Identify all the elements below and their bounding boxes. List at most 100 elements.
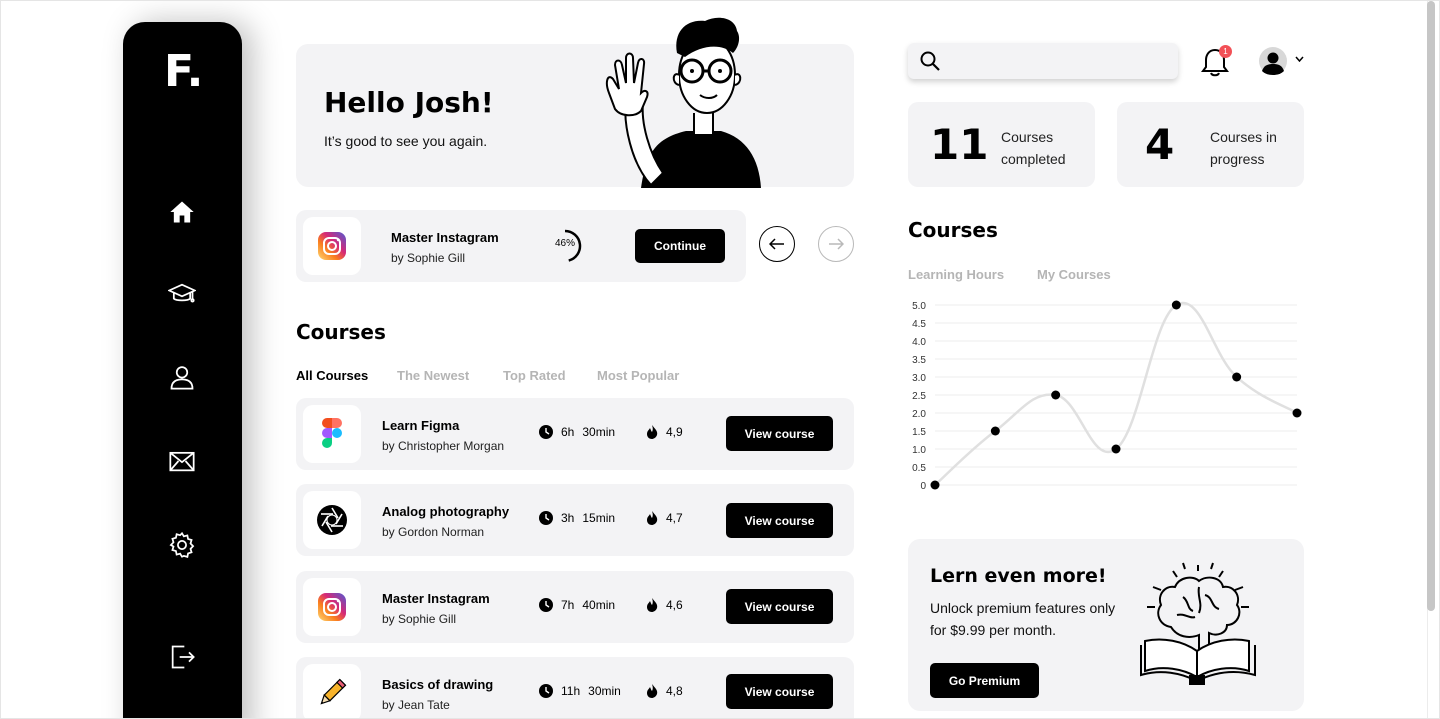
welcome-subtitle: It’s good to see you again. [324, 133, 488, 149]
data-point[interactable] [1051, 390, 1061, 400]
brain-book-illustration [1140, 562, 1256, 685]
y-tick-label: 5.0 [912, 301, 926, 312]
y-tick-label: 4.5 [912, 319, 926, 330]
data-point[interactable] [1171, 300, 1181, 310]
stat-courses-in-progress: 4 Courses in progress [1117, 102, 1304, 187]
y-tick-label: 0 [920, 481, 926, 492]
course-author: by Jean Tate [382, 698, 450, 712]
tab-most-popular[interactable]: Most Popular [597, 368, 679, 383]
course-duration: 3h 15min [539, 511, 615, 525]
data-point[interactable] [1292, 408, 1302, 418]
continue-course-author: by Sophie Gill [391, 251, 466, 265]
course-row: Analog photography by Gordon Norman 3h 1… [296, 484, 854, 556]
search-input[interactable] [948, 53, 1168, 69]
course-duration: 11h 30min [539, 684, 621, 698]
instagram-icon [303, 217, 361, 275]
y-tick-label: 1.5 [912, 427, 926, 438]
chevron-down-icon[interactable] [1295, 56, 1304, 62]
course-title: Master Instagram [382, 591, 490, 606]
previous-button[interactable] [759, 226, 795, 262]
courses-nav-icon[interactable] [168, 280, 196, 308]
next-button[interactable] [818, 226, 854, 262]
course-duration: 7h 40min [539, 598, 615, 612]
arrow-left-icon [769, 238, 784, 250]
course-rating-value: 4,9 [666, 425, 683, 439]
settings-icon[interactable] [168, 531, 196, 559]
flame-icon [647, 598, 658, 612]
course-rating-value: 4,6 [666, 598, 683, 612]
logo: F. [164, 46, 203, 97]
course-author: by Gordon Norman [382, 525, 485, 539]
welcome-title: Hello Josh! [324, 86, 494, 119]
welcome-card: Hello Josh! It’s good to see you again. [296, 44, 854, 187]
course-rating-value: 4,8 [666, 684, 683, 698]
premium-title: Lern even more! [930, 565, 1107, 587]
view-course-button[interactable]: View course [726, 674, 833, 709]
continue-course-title: Master Instagram [391, 230, 499, 245]
stat-value: 11 [930, 120, 989, 169]
avatar[interactable] [1259, 47, 1287, 75]
tab-learning-hours[interactable]: Learning Hours [908, 267, 1004, 282]
course-hours: 6h [561, 425, 575, 439]
course-author: by Christopher Morgan [382, 439, 505, 453]
stat-courses-completed: 11 Courses completed [908, 102, 1095, 187]
go-premium-button[interactable]: Go Premium [930, 663, 1039, 698]
sidebar: F. [123, 22, 242, 718]
tab-all-courses[interactable]: All Courses [296, 368, 368, 383]
course-rating-value: 4,7 [666, 511, 683, 525]
instagram-icon [303, 578, 361, 636]
course-author: by Sophie Gill [382, 612, 457, 626]
progress-percent: 46% [554, 238, 575, 249]
stat-value: 4 [1145, 120, 1175, 169]
chart-title: Courses [908, 218, 998, 242]
course-minutes: 30min [582, 425, 616, 439]
stat-label: Courses completed [1001, 129, 1066, 167]
profile-icon[interactable] [168, 363, 196, 391]
scrollbar[interactable] [1427, 1, 1437, 718]
data-point[interactable] [930, 480, 940, 490]
view-course-button[interactable]: View course [726, 503, 833, 538]
stat-label: Courses in progress [1210, 129, 1277, 167]
flame-icon [647, 684, 658, 698]
search-icon [920, 51, 940, 71]
y-tick-label: 0.5 [912, 463, 926, 474]
course-duration: 6h 30min [539, 425, 615, 439]
data-point[interactable] [990, 426, 1000, 436]
data-point[interactable] [1111, 444, 1121, 454]
course-title: Basics of drawing [382, 677, 494, 692]
y-tick-label: 3.5 [912, 355, 926, 366]
home-icon[interactable] [168, 198, 196, 226]
course-rating: 4,8 [647, 684, 683, 698]
tab-my-courses[interactable]: My Courses [1037, 267, 1111, 282]
continue-button[interactable]: Continue [635, 229, 725, 263]
learning-hours-chart: 0 0.5 1.0 1.5 2.0 2.5 3.0 3.5 4.0 4.5 5.0 [912, 300, 1302, 492]
y-tick-label: 2.5 [912, 391, 926, 402]
course-rating: 4,9 [647, 425, 683, 439]
app-window: F. Hello Josh! It’s good to see you agai… [0, 0, 1440, 719]
tab-the-newest[interactable]: The Newest [397, 368, 469, 383]
course-title: Learn Figma [382, 418, 460, 433]
data-point[interactable] [1232, 372, 1242, 382]
view-course-button[interactable]: View course [726, 416, 833, 451]
tab-top-rated[interactable]: Top Rated [503, 368, 566, 383]
premium-card: Lern even more! Unlock premium features … [908, 539, 1304, 711]
search-bar[interactable] [908, 43, 1178, 79]
logout-icon[interactable] [168, 643, 196, 671]
aperture-icon [303, 491, 361, 549]
arrow-right-icon [829, 238, 844, 250]
scrollbar-thumb[interactable] [1427, 1, 1435, 611]
flame-icon [647, 511, 658, 525]
clock-icon [539, 511, 553, 525]
course-minutes: 30min [588, 684, 621, 698]
figma-icon [303, 405, 361, 463]
course-rating: 4,7 [647, 511, 683, 525]
y-tick-label: 3.0 [912, 373, 926, 384]
course-minutes: 15min [582, 511, 616, 525]
continue-course-card: Master Instagram by Sophie Gill 46% Cont… [296, 210, 746, 282]
course-row: Learn Figma by Christopher Morgan 6h 30m… [296, 398, 854, 470]
course-row: Basics of drawing by Jean Tate 11h 30min… [296, 657, 854, 718]
clock-icon [539, 684, 553, 698]
view-course-button[interactable]: View course [726, 589, 833, 624]
y-tick-label: 2.0 [912, 409, 926, 420]
messages-icon[interactable] [168, 447, 196, 475]
